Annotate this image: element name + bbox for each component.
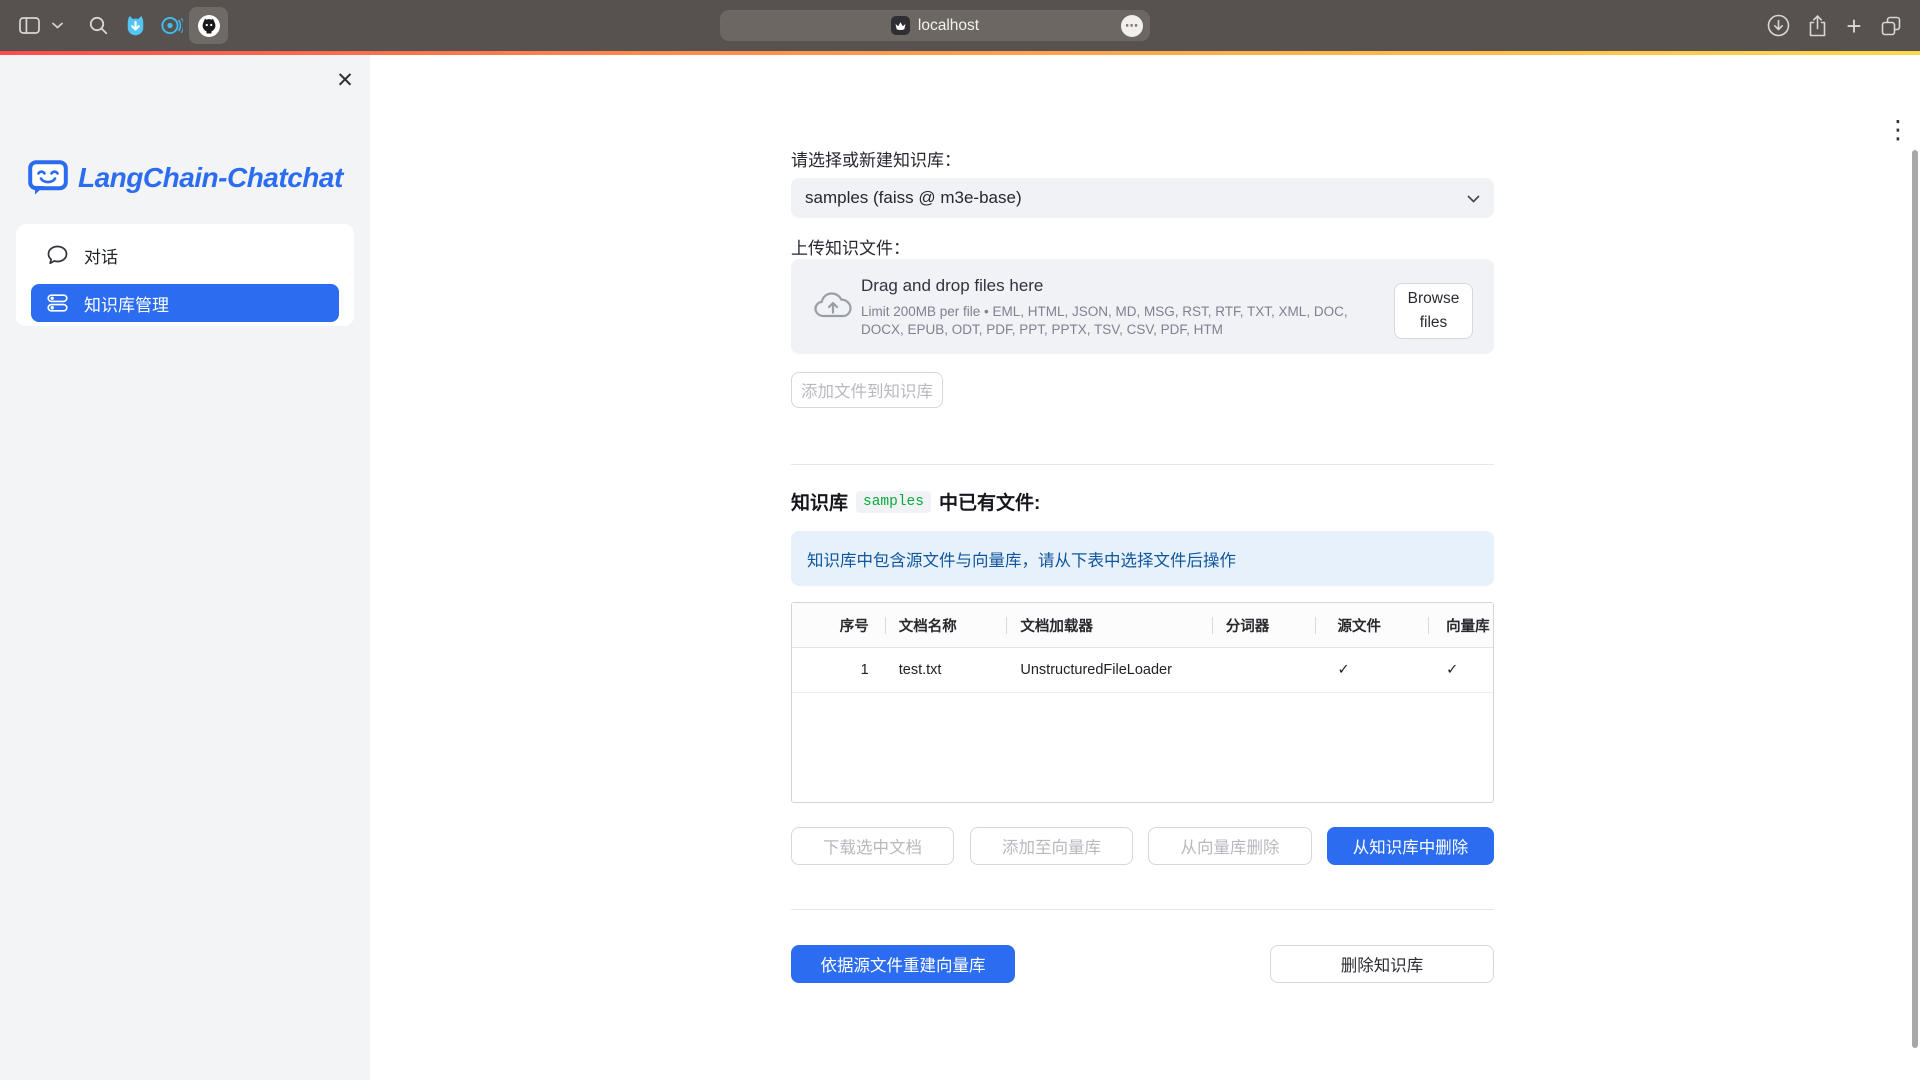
site-favicon	[891, 16, 910, 35]
files-table[interactable]: 序号 文档名称 文档加载器 分词器 源文件 向量库 1 test.txt Uns…	[791, 602, 1494, 803]
tab-overview-icon[interactable]	[1878, 0, 1904, 51]
info-box: 知识库中包含源文件与向量库，请从下表中选择文件后操作	[791, 531, 1494, 586]
app-logo: LangChain-Chatchat	[28, 160, 343, 196]
kb-name-code: samples	[856, 491, 931, 513]
delete-from-kb-button[interactable]: 从知识库中删除	[1327, 827, 1494, 865]
share-icon[interactable]	[1805, 0, 1829, 51]
upload-label: 上传知识文件：	[791, 234, 910, 259]
cell-loader[interactable]: UnstructuredFileLoader	[1006, 648, 1211, 692]
column-header[interactable]: 文档名称	[885, 603, 1007, 647]
file-dropzone[interactable]: Drag and drop files here Limit 200MB per…	[791, 259, 1494, 354]
kb-selected-value: samples (faiss @ m3e-base)	[805, 188, 1022, 208]
dropzone-title: Drag and drop files here	[861, 276, 1043, 296]
table-header-row: 序号 文档名称 文档加载器 分词器 源文件 向量库	[792, 603, 1493, 648]
cell-vector-check[interactable]: ✓	[1428, 648, 1493, 692]
sidebar-chevron-down-icon[interactable]	[50, 0, 64, 51]
sidebar-toggle-icon[interactable]	[16, 0, 42, 51]
delete-kb-button[interactable]: 删除知识库	[1270, 945, 1494, 983]
downloads-icon[interactable]	[1766, 0, 1790, 51]
column-header[interactable]: 序号	[792, 603, 885, 647]
extension-github-icon[interactable]	[196, 0, 222, 51]
column-header[interactable]: 向量库	[1428, 603, 1493, 647]
sidebar-close-icon[interactable]: ✕	[330, 65, 360, 95]
kb-select-label: 请选择或新建知识库：	[791, 146, 961, 171]
download-selected-button[interactable]: 下载选中文档	[791, 827, 954, 865]
extension-cat-download-icon[interactable]	[122, 0, 148, 51]
cloud-upload-icon	[813, 289, 853, 328]
add-files-button[interactable]: 添加文件到知识库	[791, 372, 943, 408]
browse-files-button[interactable]: Browse files	[1394, 283, 1473, 339]
divider	[791, 464, 1494, 465]
url-more-icon[interactable]: ⋯	[1121, 15, 1143, 37]
page-scrollbar[interactable]	[1912, 150, 1918, 1048]
url-text: localhost	[918, 17, 979, 35]
sidebar-item-knowledge-base[interactable]: 知识库管理	[31, 284, 339, 322]
cell-filename[interactable]: test.txt	[885, 648, 1007, 692]
info-text: 知识库中包含源文件与向量库，请从下表中选择文件后操作	[807, 547, 1236, 571]
divider	[791, 909, 1494, 910]
rebuild-vector-store-button[interactable]: 依据源文件重建向量库	[791, 945, 1015, 983]
cell-source-check[interactable]: ✓	[1315, 648, 1428, 692]
search-icon[interactable]	[86, 0, 110, 51]
column-header[interactable]: 源文件	[1315, 603, 1428, 647]
column-header[interactable]: 文档加载器	[1006, 603, 1211, 647]
main-content: 请选择或新建知识库： samples (faiss @ m3e-base) 上传…	[791, 55, 1494, 1080]
sidebar-item-label: 知识库管理	[84, 291, 169, 316]
delete-from-vector-store-button[interactable]: 从向量库删除	[1148, 827, 1312, 865]
extension-broadcast-icon[interactable]	[158, 0, 184, 51]
dropzone-limit-text: Limit 200MB per file • EML, HTML, JSON, …	[861, 303, 1381, 339]
kb-selectbox[interactable]: samples (faiss @ m3e-base)	[791, 178, 1494, 218]
app-menu-more-icon[interactable]: ⋮	[1884, 113, 1912, 147]
new-tab-icon[interactable]: +	[1842, 0, 1866, 51]
cell-index[interactable]: 1	[792, 648, 885, 692]
sidebar-item-label: 对话	[84, 243, 118, 268]
app-logo-icon	[28, 160, 68, 196]
kb-files-heading: 知识库 samples 中已有文件:	[791, 488, 1040, 515]
app-logo-text: LangChain-Chatchat	[78, 162, 343, 194]
cell-splitter[interactable]	[1212, 648, 1316, 692]
kb-heading-prefix: 知识库	[791, 488, 848, 515]
database-icon	[47, 294, 68, 312]
url-bar[interactable]: localhost ⋯	[720, 10, 1150, 41]
add-to-vector-store-button[interactable]: 添加至向量库	[970, 827, 1133, 865]
chat-bubble-icon	[47, 245, 68, 265]
chevron-down-icon	[1467, 188, 1480, 208]
kb-heading-suffix: 中已有文件:	[939, 488, 1040, 515]
browser-toolbar: localhost ⋯ +	[0, 0, 1920, 51]
table-row[interactable]: 1 test.txt UnstructuredFileLoader ✓ ✓	[792, 648, 1493, 693]
sidebar: ✕ LangChain-Chatchat 对话 知识库管理	[0, 55, 370, 1080]
sidebar-item-chat[interactable]: 对话	[31, 236, 339, 274]
sidebar-nav: 对话 知识库管理	[16, 224, 354, 326]
column-header[interactable]: 分词器	[1212, 603, 1316, 647]
